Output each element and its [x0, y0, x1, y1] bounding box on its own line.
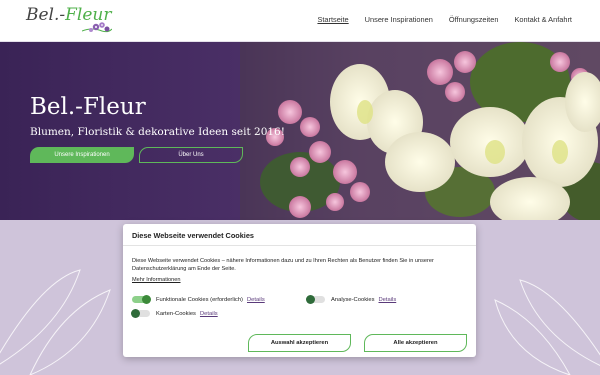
nav-item-startseite[interactable]: Startseite — [317, 15, 348, 24]
map-cookies-toggle[interactable] — [131, 309, 150, 318]
more-information-link[interactable]: Mehr Informationen — [132, 277, 181, 283]
site-logo[interactable]: Bel.-Fleur — [26, 5, 112, 37]
analytics-cookies-option: Analyse-Cookies Details — [306, 295, 397, 304]
cookie-dialog-title: Diese Webseite verwendet Cookies — [123, 224, 476, 246]
functional-cookies-option: Funktionale Cookies (erforderlich) Detai… — [132, 295, 265, 304]
map-cookies-option: Karten-Cookies Details — [131, 309, 218, 318]
analytics-cookies-details-link[interactable]: Details — [379, 297, 397, 303]
analytics-cookies-label: Analyse-Cookies — [331, 296, 375, 303]
nav-item-inspirationen[interactable]: Unsere Inspirationen — [365, 15, 433, 24]
nav-item-kontakt[interactable]: Kontakt & Anfahrt — [514, 15, 572, 24]
functional-cookies-label: Funktionale Cookies (erforderlich) — [156, 296, 243, 303]
functional-cookies-toggle[interactable] — [132, 295, 151, 304]
about-us-button[interactable]: Über Uns — [139, 147, 243, 163]
analytics-cookies-toggle[interactable] — [306, 295, 325, 304]
site-header: Bel.-Fleur Startseite Unsere Inspiration… — [0, 0, 600, 42]
accept-selection-button[interactable]: Auswahl akzeptieren — [248, 334, 351, 352]
functional-cookies-details-link[interactable]: Details — [247, 297, 265, 303]
hero-subtitle: Blumen, Floristik & dekorative Ideen sei… — [30, 126, 285, 138]
logo-flowers-icon — [82, 22, 112, 33]
accept-all-button[interactable]: Alle akzeptieren — [364, 334, 467, 352]
map-cookies-details-link[interactable]: Details — [200, 311, 218, 317]
cookie-consent-dialog: Diese Webseite verwendet Cookies Diese W… — [123, 224, 476, 357]
map-cookies-label: Karten-Cookies — [156, 310, 196, 317]
nav-item-oeffnungszeiten[interactable]: Öffnungszeiten — [449, 15, 499, 24]
cookie-description: Diese Webseite verwendet Cookies – näher… — [132, 258, 434, 272]
hero-section: Bel.-Fleur Blumen, Floristik & dekorativ… — [0, 42, 600, 220]
hero-title: Bel.-Fleur — [30, 94, 146, 120]
inspirations-button[interactable]: Unsere Inspirationen — [30, 147, 134, 163]
main-nav: Startseite Unsere Inspirationen Öffnungs… — [317, 15, 572, 24]
